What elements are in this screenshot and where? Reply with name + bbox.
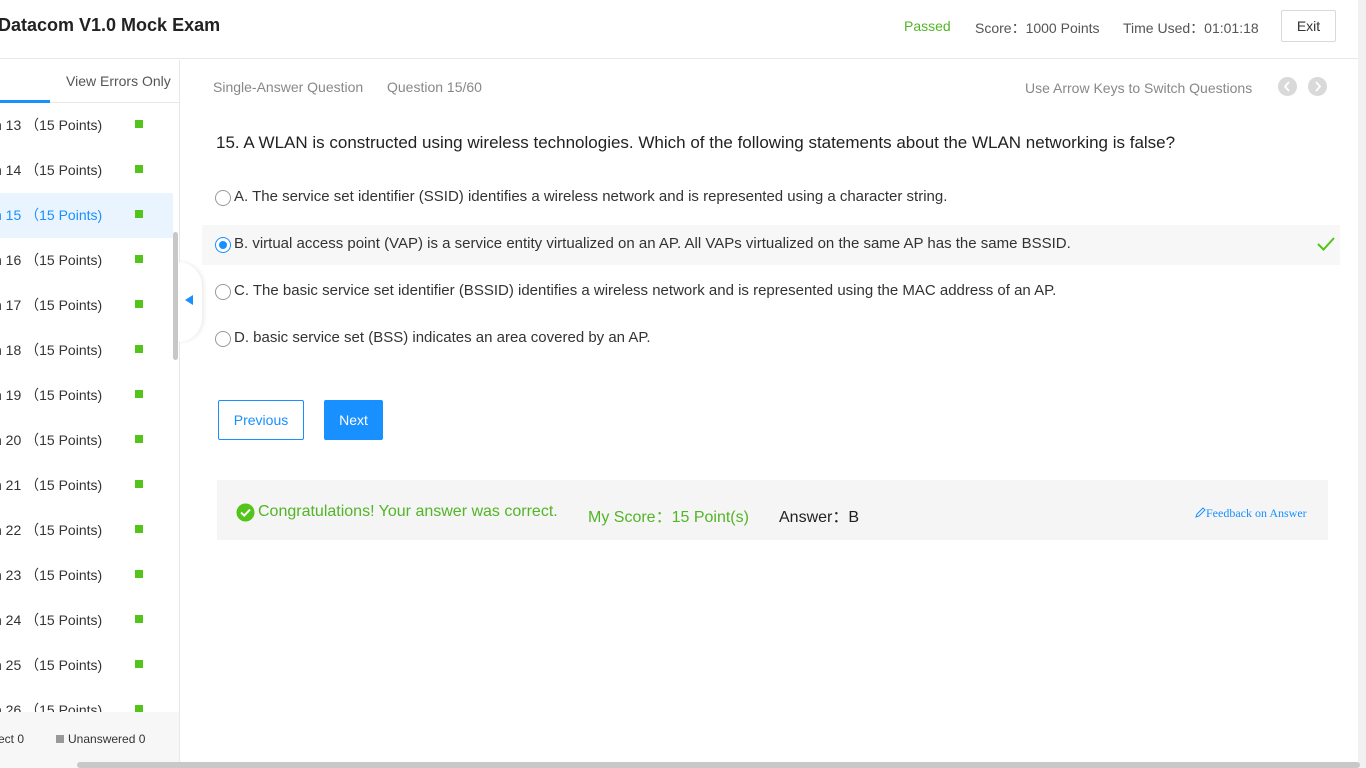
question-type: Single-Answer Question [213, 79, 364, 95]
question-item-label: n 14 （15 Points) [0, 162, 103, 178]
question-list-item[interactable]: n 22 （15 Points) [0, 508, 173, 553]
correct-marker [135, 615, 143, 623]
question-list-item[interactable]: n 23 （15 Points) [0, 553, 173, 598]
check-circle-icon [236, 503, 255, 527]
question-list-item[interactable]: n 17 （15 Points) [0, 283, 173, 328]
sidebar-summary: ect 0 Unanswered 0 [0, 712, 179, 768]
correct-marker [135, 255, 143, 263]
my-score: My Score：15 Point(s) [588, 509, 749, 526]
question-list-item[interactable]: n 24 （15 Points) [0, 598, 173, 643]
page-scrollbar[interactable] [1358, 0, 1366, 768]
chevron-right-icon[interactable] [1308, 77, 1327, 96]
question-item-label: n 22 （15 Points) [0, 522, 103, 538]
radio-button[interactable] [215, 190, 231, 206]
correct-marker [135, 120, 143, 128]
horizontal-scrollbar[interactable] [77, 762, 1360, 768]
checkmark-icon [1316, 235, 1336, 258]
top-bar: Datacom V1.0 Mock Exam Passed Score：1000… [0, 0, 1366, 59]
question-list-item[interactable]: n 25 （15 Points) [0, 643, 173, 688]
option-a[interactable]: A. The service set identifier (SSID) ide… [202, 178, 1340, 218]
correct-answer: Answer：B [779, 509, 860, 526]
view-errors-only-tab[interactable]: View Errors Only [66, 73, 171, 89]
correct-marker [135, 345, 143, 353]
answer-result-panel: Congratulations! Your answer was correct… [217, 480, 1328, 540]
chevron-left-icon[interactable] [1278, 77, 1297, 96]
correct-marker [135, 525, 143, 533]
correct-marker [135, 480, 143, 488]
arrow-key-hint: Use Arrow Keys to Switch Questions [1025, 80, 1253, 96]
next-button[interactable]: Next [324, 400, 383, 440]
option-text: A. The service set identifier (SSID) ide… [234, 188, 948, 205]
sidebar-tabs: View Errors Only [0, 60, 179, 103]
option-b[interactable]: B. virtual access point (VAP) is a servi… [202, 225, 1340, 265]
question-item-label: n 16 （15 Points) [0, 252, 103, 268]
question-list-item-current[interactable]: n 15 （15 Points) [0, 193, 173, 238]
question-list-item[interactable]: n 19 （15 Points) [0, 373, 173, 418]
result-message: Congratulations! Your answer was correct… [258, 503, 558, 520]
question-item-label: n 15 （15 Points) [0, 207, 103, 223]
question-item-label: n 23 （15 Points) [0, 567, 103, 583]
question-item-label: n 13 （15 Points) [0, 117, 103, 133]
feedback-link-label[interactable]: Feedback on Answer [1206, 506, 1307, 520]
collapse-arrow-icon[interactable] [185, 295, 193, 305]
question-list-item[interactable]: n 20 （15 Points) [0, 418, 173, 463]
time-used: Time Used：01:01:18 [1123, 20, 1259, 36]
correct-marker [135, 570, 143, 578]
option-text: C. The basic service set identifier (BSS… [234, 282, 1057, 299]
correct-marker [135, 435, 143, 443]
question-item-label: n 21 （15 Points) [0, 477, 103, 493]
radio-button-selected[interactable] [215, 237, 231, 253]
correct-count: ect 0 [0, 732, 25, 746]
question-item-label: n 20 （15 Points) [0, 432, 103, 448]
unanswered-count: Unanswered 0 [56, 732, 145, 746]
option-text: D. basic service set (BSS) indicates an … [234, 329, 651, 346]
question-counter: Question 15/60 [387, 79, 482, 95]
radio-button[interactable] [215, 284, 231, 300]
question-list-item[interactable]: n 26 （15 Points) [0, 688, 173, 713]
total-score: Score：1000 Points [975, 20, 1100, 36]
question-item-label: n 19 （15 Points) [0, 387, 103, 403]
edit-icon [1195, 507, 1206, 518]
option-text: B. virtual access point (VAP) is a servi… [234, 235, 1071, 252]
question-item-label: n 18 （15 Points) [0, 342, 103, 358]
question-list-item[interactable]: n 16 （15 Points) [0, 238, 173, 283]
question-text: 15. A WLAN is constructed using wireless… [216, 133, 1176, 152]
question-item-label: n 25 （15 Points) [0, 657, 103, 673]
feedback-link[interactable]: Feedback on Answer [1195, 506, 1307, 521]
pass-status: Passed [904, 18, 951, 34]
question-list: n 13 （15 Points) n 14 （15 Points) n 15 （… [0, 103, 173, 713]
question-list-item[interactable]: n 18 （15 Points) [0, 328, 173, 373]
radio-button[interactable] [215, 331, 231, 347]
exit-button[interactable]: Exit [1281, 10, 1336, 42]
question-list-item[interactable]: n 13 （15 Points) [0, 103, 173, 148]
question-list-item[interactable]: n 21 （15 Points) [0, 463, 173, 508]
exam-title: Datacom V1.0 Mock Exam [0, 15, 221, 35]
option-c[interactable]: C. The basic service set identifier (BSS… [202, 272, 1340, 312]
question-item-label: n 24 （15 Points) [0, 612, 103, 628]
correct-marker [135, 165, 143, 173]
question-sidebar: View Errors Only n 13 （15 Points) n 14 （… [0, 60, 180, 768]
correct-marker [135, 390, 143, 398]
correct-marker [135, 210, 143, 218]
option-d[interactable]: D. basic service set (BSS) indicates an … [202, 319, 1340, 359]
question-list-item[interactable]: n 14 （15 Points) [0, 148, 173, 193]
question-item-label: n 17 （15 Points) [0, 297, 103, 313]
previous-button[interactable]: Previous [218, 400, 304, 440]
correct-marker [135, 300, 143, 308]
correct-marker [135, 660, 143, 668]
